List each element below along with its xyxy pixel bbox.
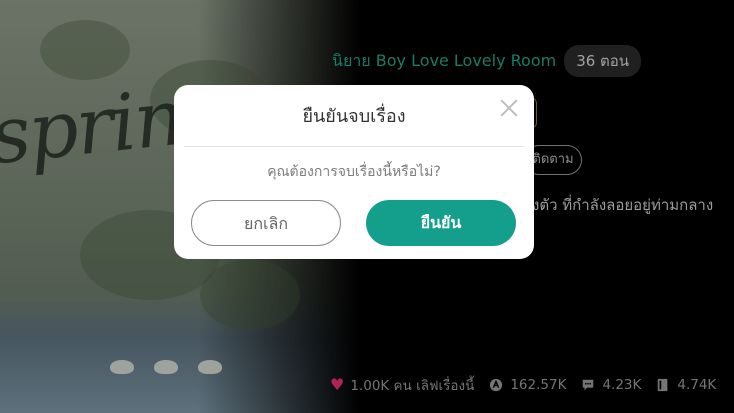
close-icon[interactable] [498,97,520,119]
dialog-message: คุณต้องการจบเรื่องนี้หรือไม่? [267,164,441,180]
confirm-end-story-dialog: ยืนยันจบเรื่อง คุณต้องการจบเรื่องนี้หรือ… [174,85,534,259]
dialog-divider [184,146,524,147]
cancel-button[interactable]: ยกเลิก [191,200,341,246]
dialog-title: ยืนยันจบเรื่อง [302,106,406,127]
confirm-button[interactable]: ยืนยัน [366,200,516,246]
